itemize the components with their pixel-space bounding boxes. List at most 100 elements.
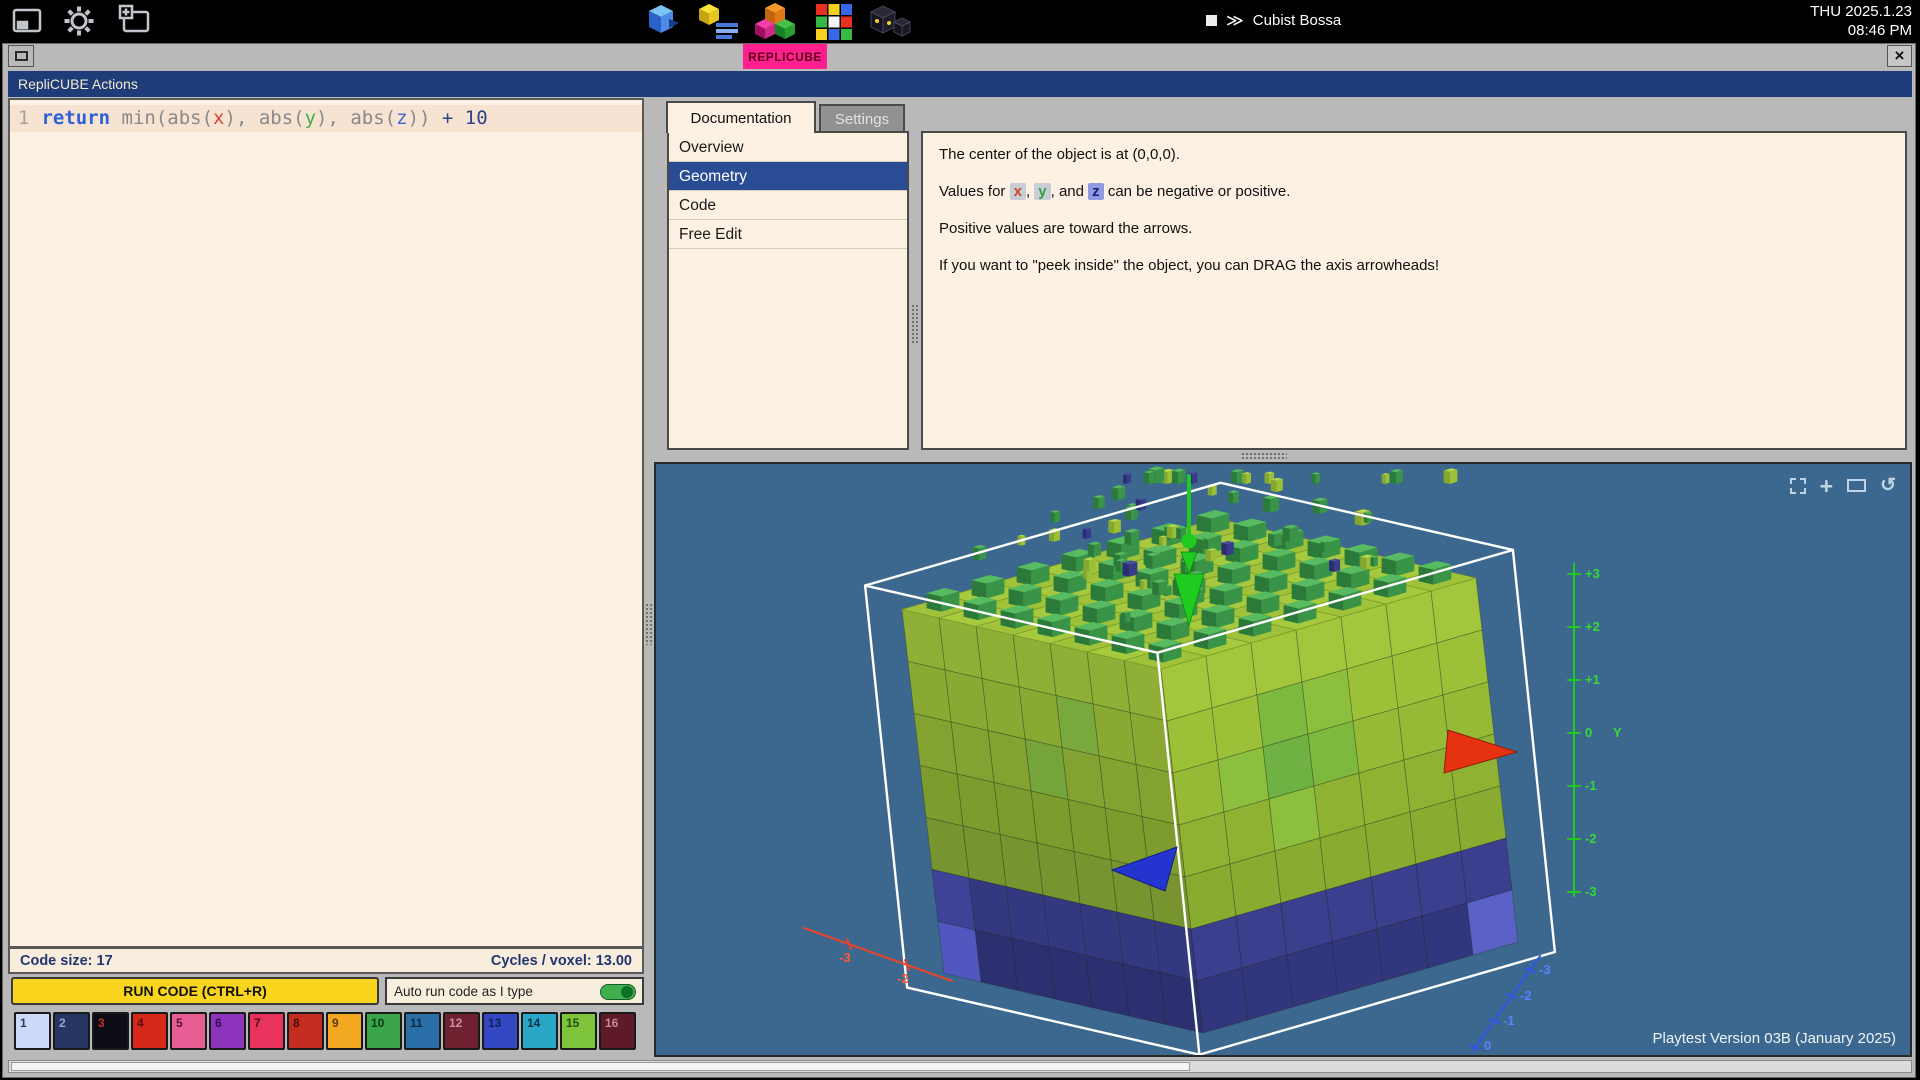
svg-text:0: 0	[1484, 1038, 1491, 1053]
tab-documentation[interactable]: Documentation	[666, 101, 816, 133]
palette-swatch[interactable]: 13	[482, 1012, 519, 1050]
autorun-toggle[interactable]	[600, 984, 636, 1000]
vertical-splitter[interactable]	[644, 98, 654, 1054]
palette-swatch[interactable]: 12	[443, 1012, 480, 1050]
svg-text:-2: -2	[1585, 831, 1597, 846]
code-line: 1return min(abs(x), abs(y), abs(z)) + 10	[10, 107, 488, 129]
clock: THU 2025.1.23 08:46 PM	[1810, 2, 1912, 40]
svg-text:+2: +2	[1585, 619, 1600, 634]
cycles-label: Cycles / voxel: 13.00	[491, 953, 632, 969]
doc-paragraph: The center of the object is at (0,0,0).	[939, 145, 1889, 165]
voxel-scene[interactable]: +3 +2 +1 0 -1 -2 -3 Y -3 -2 -3 -2 -1 0	[656, 464, 1910, 1055]
doc-nav-overview[interactable]: Overview	[669, 133, 907, 162]
palette-swatch[interactable]: 10	[365, 1012, 402, 1050]
palette-swatch[interactable]: 2	[53, 1012, 90, 1050]
autorun-label: Auto run code as I type	[394, 984, 533, 999]
code-token: z	[396, 107, 407, 129]
code-token: return	[41, 107, 110, 129]
z-chip: z	[1088, 183, 1104, 200]
viewport-toolbar: + ↺	[1790, 474, 1896, 497]
doc-content: The center of the object is at (0,0,0). …	[921, 131, 1907, 450]
palette-swatch[interactable]: 1	[14, 1012, 51, 1050]
tab-settings[interactable]: Settings	[819, 104, 905, 133]
move-icon[interactable]: +	[1820, 478, 1833, 494]
palette-swatch[interactable]: 6	[209, 1012, 246, 1050]
splitter-grip[interactable]	[1241, 452, 1287, 460]
doc-nav-list: Overview Geometry Code Free Edit	[667, 131, 909, 450]
doc-nav-free-edit[interactable]: Free Edit	[669, 220, 907, 249]
x-chip: x	[1010, 183, 1026, 200]
doc-splitter[interactable]	[909, 131, 921, 450]
close-button[interactable]: ×	[1887, 45, 1912, 67]
replicube-window: REPLICUBE × RepliCUBE Actions 1return mi…	[2, 43, 1916, 1078]
code-token: ), abs(	[316, 107, 396, 129]
palette-swatch[interactable]: 9	[326, 1012, 363, 1050]
music-stop-icon[interactable]	[1206, 15, 1217, 26]
reset-view-icon[interactable]: ↺	[1880, 474, 1896, 497]
palette-swatch[interactable]: 14	[521, 1012, 558, 1050]
app-icon-replicube[interactable]	[752, 0, 798, 41]
date-label: THU 2025.1.23	[1810, 2, 1912, 21]
svg-text:-3: -3	[839, 950, 851, 965]
svg-text:0: 0	[1585, 725, 1592, 740]
replicube-taskbar-label[interactable]: REPLICUBE	[743, 44, 827, 69]
code-token: ), abs(	[225, 107, 305, 129]
new-window-icon[interactable]	[116, 2, 154, 40]
editor-statusbar: Code size: 17 Cycles / voxel: 13.00	[8, 948, 644, 974]
music-skip-icon[interactable]: ≫	[1226, 11, 1244, 31]
app-icon-blue-bird[interactable]	[638, 0, 684, 41]
svg-text:+1: +1	[1585, 672, 1600, 687]
autorun-checkbox[interactable]: Auto run code as I type	[385, 977, 644, 1005]
code-token: min(abs(	[110, 107, 213, 129]
svg-text:-2: -2	[1520, 988, 1532, 1003]
palette-swatch[interactable]: 11	[404, 1012, 441, 1050]
svg-text:-2: -2	[897, 971, 909, 986]
doc-nav-geometry[interactable]: Geometry	[669, 162, 907, 191]
horizontal-scrollbar[interactable]	[8, 1060, 1912, 1073]
doc-paragraph: Values for x, y, and z can be negative o…	[939, 182, 1889, 202]
top-menu-bar: ≫ Cubist Bossa THU 2025.1.23 08:46 PM	[0, 0, 1920, 41]
code-token: x	[213, 107, 224, 129]
run-controls: RUN CODE (CTRL+R) Auto run code as I typ…	[8, 974, 644, 1008]
app-icon-notes[interactable]	[695, 0, 741, 41]
palette-swatch[interactable]: 15	[560, 1012, 597, 1050]
window-tab-icon	[8, 45, 34, 67]
palette-swatch[interactable]: 8	[287, 1012, 324, 1050]
code-token: ))	[408, 107, 442, 129]
svg-text:-3: -3	[1539, 962, 1551, 977]
svg-text:-1: -1	[1585, 778, 1597, 793]
app-icon-dark-cubes[interactable]	[866, 0, 912, 41]
selection-box-icon[interactable]	[1790, 478, 1806, 494]
doc-paragraph: If you want to "peek inside" the object,…	[939, 256, 1889, 276]
scrollbar-thumb[interactable]	[11, 1062, 1190, 1071]
run-code-button[interactable]: RUN CODE (CTRL+R)	[11, 977, 379, 1005]
window-titlebar[interactable]: RepliCUBE Actions	[8, 71, 1912, 97]
3d-viewport[interactable]: + ↺ +3 +2 +1 0 -1 -2 -3 Y -3 -2 -3 -2 -1…	[654, 462, 1912, 1057]
color-palette: 1 2 3 4 5 6 7 8 9 10 11 12 13 14 15 16	[8, 1008, 644, 1054]
code-editor[interactable]: 1return min(abs(x), abs(y), abs(z)) + 10	[8, 98, 644, 948]
app-icon-palette-grid[interactable]	[810, 0, 856, 41]
palette-swatch[interactable]: 3	[92, 1012, 129, 1050]
code-size-label: Code size: 17	[20, 953, 113, 969]
gear-icon[interactable]	[60, 2, 98, 40]
horizontal-splitter[interactable]	[654, 450, 1912, 462]
splitter-grip[interactable]	[911, 304, 919, 344]
svg-text:+3: +3	[1585, 566, 1600, 581]
music-track-label: Cubist Bossa	[1253, 12, 1341, 29]
svg-text:-1: -1	[1503, 1013, 1515, 1028]
display-icon[interactable]	[8, 2, 46, 40]
palette-swatch[interactable]: 7	[248, 1012, 285, 1050]
code-token: y	[305, 107, 316, 129]
palette-swatch[interactable]: 4	[131, 1012, 168, 1050]
line-number: 1	[10, 107, 41, 129]
palette-swatch[interactable]: 5	[170, 1012, 207, 1050]
y-axis-name: Y	[1613, 725, 1622, 740]
svg-text:-3: -3	[1585, 884, 1597, 899]
palette-swatch[interactable]: 16	[599, 1012, 636, 1050]
doc-nav-code[interactable]: Code	[669, 191, 907, 220]
time-label: 08:46 PM	[1810, 21, 1912, 40]
version-label: Playtest Version 03B (January 2025)	[1653, 1030, 1896, 1047]
doc-paragraph: Positive values are toward the arrows.	[939, 219, 1889, 239]
splitter-grip[interactable]	[645, 603, 653, 645]
frame-icon[interactable]	[1847, 479, 1866, 492]
